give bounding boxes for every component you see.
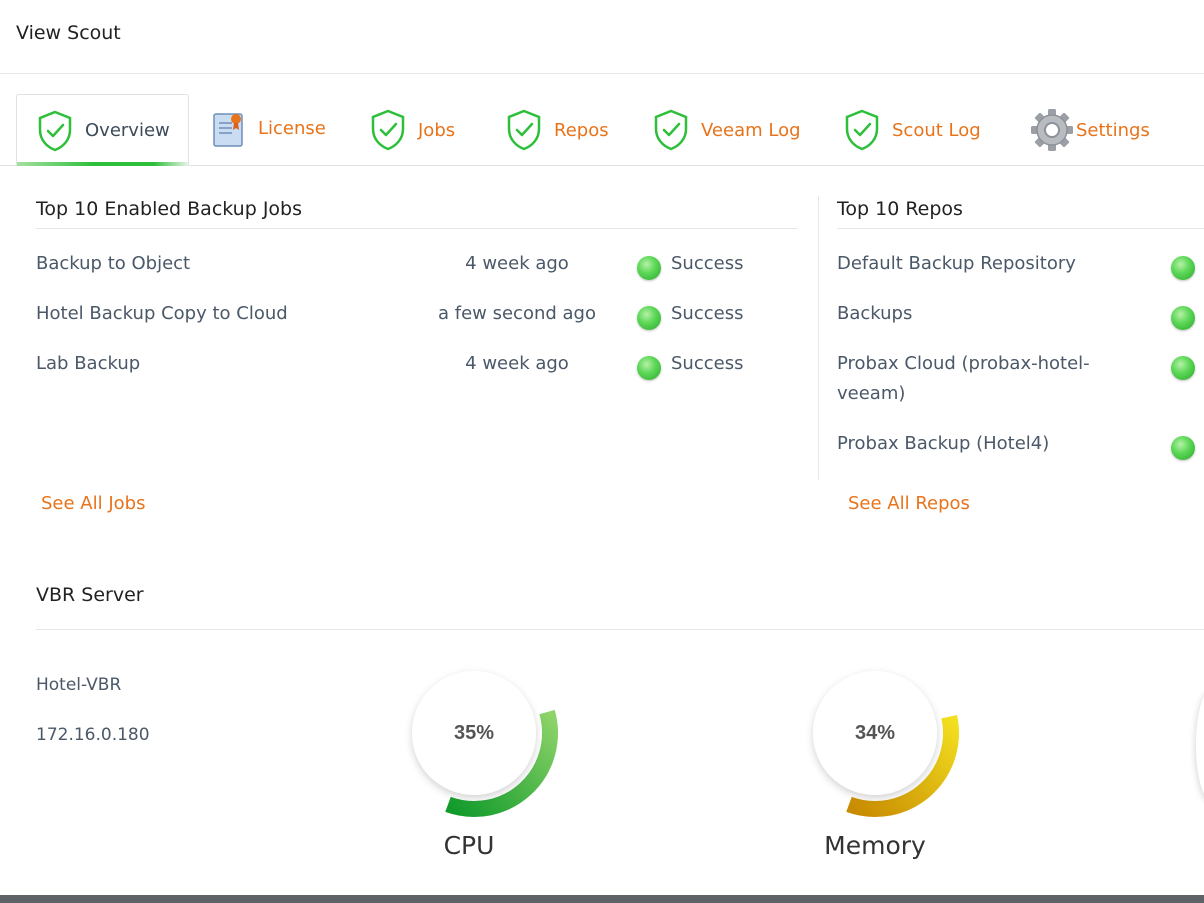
success-status-icon (637, 306, 661, 330)
tab-bar: Overview License Jobs Repos Veeam Log Sc… (0, 74, 1204, 166)
jobs-divider (36, 228, 798, 229)
shield-check-icon (653, 109, 689, 151)
job-name[interactable]: Lab Backup (36, 353, 140, 374)
tab-overview[interactable]: Overview (16, 94, 189, 166)
server-divider (36, 629, 1204, 630)
success-status-icon (637, 356, 661, 380)
jobs-section-title: Top 10 Enabled Backup Jobs (36, 198, 303, 220)
tab-label: Jobs (418, 119, 456, 141)
memory-gauge-label: Memory (824, 831, 926, 860)
shield-check-icon (37, 110, 73, 152)
see-all-repos-link[interactable]: See All Repos (848, 493, 970, 514)
tab-jobs[interactable]: Jobs (370, 94, 455, 166)
repos-section-title: Top 10 Repos (837, 198, 963, 220)
repo-name[interactable]: Probax Backup (Hotel4) (837, 433, 1049, 454)
tab-veeam-log[interactable]: Veeam Log (653, 94, 801, 166)
tab-scout-log[interactable]: Scout Log (844, 94, 981, 166)
shield-check-icon (844, 109, 880, 151)
tab-label: Veeam Log (701, 119, 801, 141)
third-gauge-partial (1196, 690, 1204, 800)
cpu-gauge-value: 35% (453, 722, 495, 744)
shield-check-icon (506, 109, 542, 151)
cpu-gauge-label: CPU (443, 831, 495, 860)
tab-label: Overview (85, 120, 170, 141)
job-last-run: 4 week ago (465, 253, 569, 274)
tab-label: License (258, 117, 326, 139)
server-hostname: Hotel-VBR (36, 675, 122, 695)
shield-check-icon (370, 109, 406, 151)
success-status-icon (1171, 256, 1195, 280)
success-status-icon (1171, 306, 1195, 330)
gear-icon (1030, 108, 1074, 152)
job-last-run: a few second ago (438, 303, 596, 324)
panel-divider (818, 196, 819, 480)
tab-license[interactable]: License (212, 94, 326, 166)
job-status: Success (671, 253, 744, 274)
memory-gauge: 34% (785, 643, 965, 823)
job-status: Success (671, 303, 744, 324)
tab-repos[interactable]: Repos (506, 94, 609, 166)
certificate-icon (212, 111, 246, 149)
cpu-gauge: 35% (384, 643, 564, 823)
see-all-jobs-link[interactable]: See All Jobs (41, 493, 145, 514)
job-name[interactable]: Backup to Object (36, 253, 190, 274)
app-title: View Scout (16, 22, 121, 44)
job-last-run: 4 week ago (465, 353, 569, 374)
tab-label: Repos (554, 119, 609, 141)
repo-name[interactable]: Backups (837, 303, 912, 324)
active-tab-indicator (17, 162, 188, 166)
success-status-icon (1171, 436, 1195, 460)
repo-name-continued[interactable]: veeam) (837, 383, 905, 404)
repos-divider (837, 228, 1204, 229)
tab-settings[interactable]: Settings (1030, 94, 1150, 166)
tab-label: Settings (1076, 119, 1150, 141)
repo-name[interactable]: Probax Cloud (probax-hotel- (837, 353, 1090, 374)
repo-name[interactable]: Default Backup Repository (837, 253, 1076, 274)
success-status-icon (1171, 356, 1195, 380)
server-ip: 172.16.0.180 (36, 725, 150, 745)
memory-gauge-value: 34% (854, 722, 896, 744)
server-section-title: VBR Server (36, 584, 144, 606)
tab-label: Scout Log (892, 119, 981, 141)
top-bar: View Scout (0, 0, 1204, 74)
bottom-bar (0, 895, 1204, 903)
job-name[interactable]: Hotel Backup Copy to Cloud (36, 303, 288, 324)
success-status-icon (637, 256, 661, 280)
job-status: Success (671, 353, 744, 374)
